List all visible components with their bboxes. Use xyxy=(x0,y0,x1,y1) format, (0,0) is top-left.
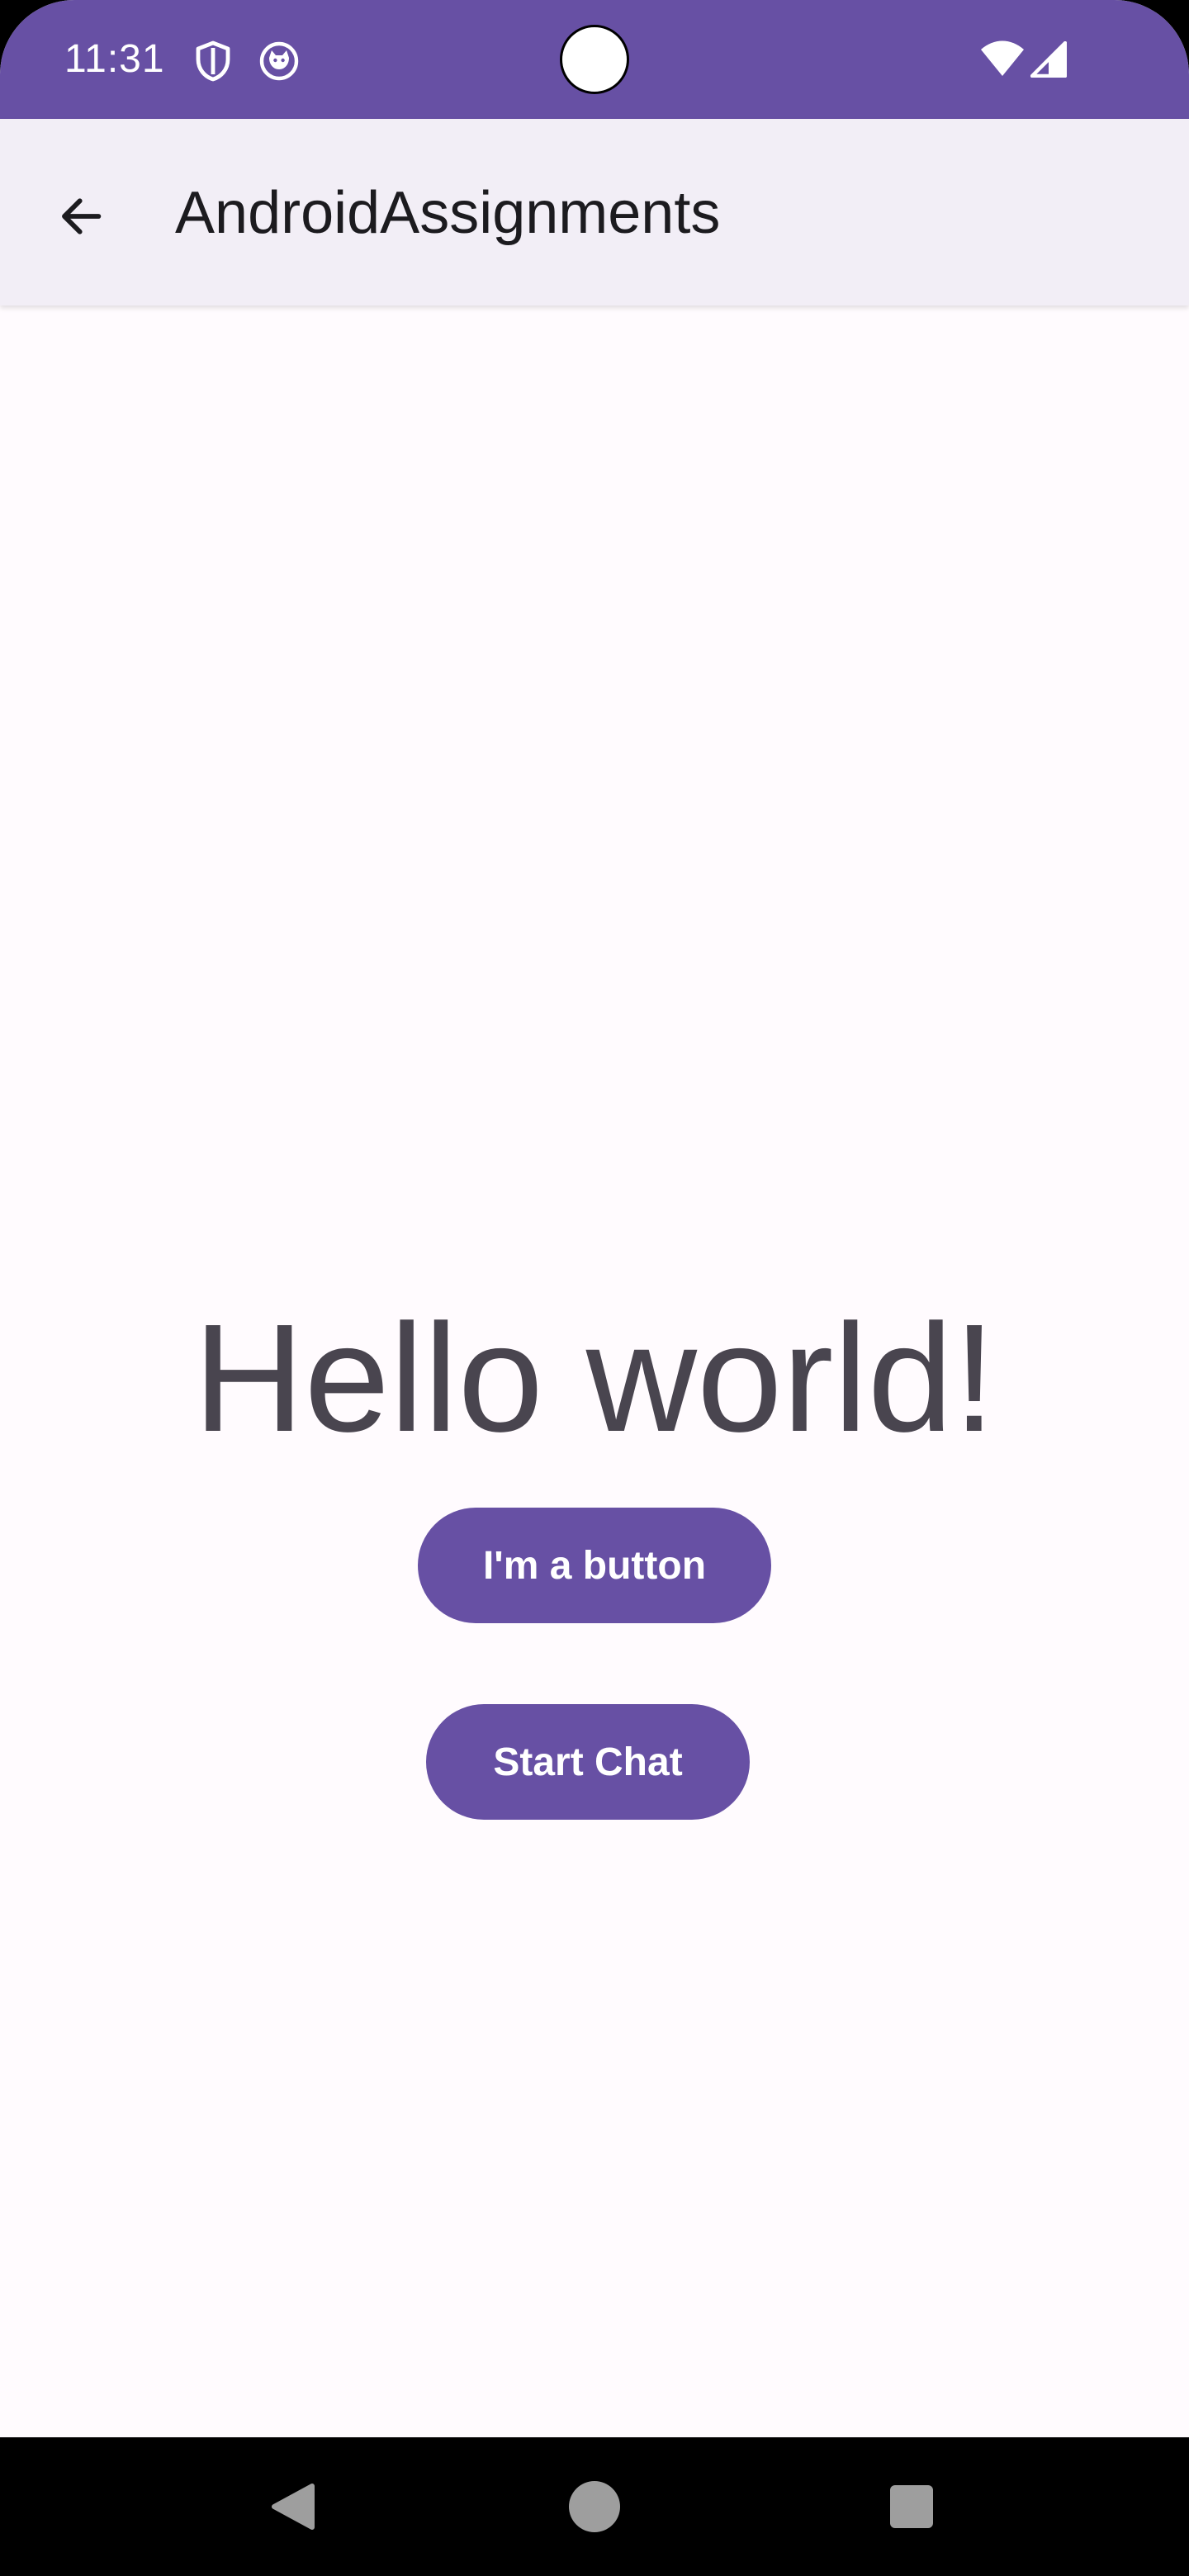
start-chat-button[interactable]: Start Chat xyxy=(426,1704,750,1820)
cat-icon xyxy=(259,41,299,81)
status-bar: 11:31 xyxy=(0,0,1189,119)
nav-back-button[interactable] xyxy=(243,2457,342,2556)
front-camera xyxy=(560,25,629,94)
im-a-button[interactable]: I'm a button xyxy=(418,1508,771,1623)
nav-back-icon xyxy=(272,2484,315,2530)
wifi-icon xyxy=(981,40,1024,76)
signal-icon xyxy=(1030,41,1067,78)
back-button[interactable] xyxy=(36,172,126,261)
app-bar: AndroidAssignments xyxy=(0,119,1189,305)
phone-screen: 11:31 AndroidAssignments Hello world! I'… xyxy=(0,0,1189,2576)
hello-text: Hello world! xyxy=(193,1293,996,1464)
nav-recents-icon xyxy=(890,2485,933,2528)
nav-recents-button[interactable] xyxy=(862,2457,961,2556)
nav-home-button[interactable] xyxy=(545,2457,644,2556)
navigation-bar xyxy=(0,2437,1189,2576)
arrow-back-icon xyxy=(62,198,102,234)
app-title: AndroidAssignments xyxy=(175,180,721,246)
nav-home-icon xyxy=(569,2481,620,2532)
shield-icon xyxy=(196,40,230,82)
status-time: 11:31 xyxy=(64,37,165,81)
